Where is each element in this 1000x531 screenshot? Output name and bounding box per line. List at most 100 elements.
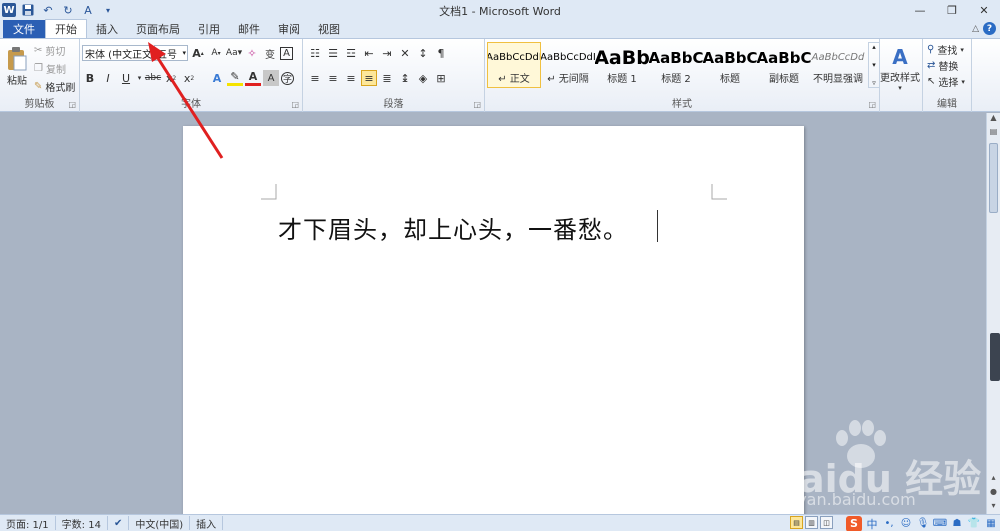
tab-file[interactable]: 文件 xyxy=(3,20,45,38)
borders-icon[interactable]: ⊞ xyxy=(433,70,449,86)
find-button[interactable]: ⚲ 查找 ▾ xyxy=(927,42,964,57)
tab-view[interactable]: 视图 xyxy=(309,20,349,38)
save-icon[interactable] xyxy=(20,2,36,18)
paste-label: 粘贴 xyxy=(7,75,27,87)
scroll-thumb[interactable] xyxy=(989,143,998,213)
word-count[interactable]: 字数: 14 xyxy=(56,516,108,531)
web-layout-icon[interactable]: ◫ xyxy=(820,516,833,529)
multilevel-list-icon[interactable]: ☲ xyxy=(343,45,359,61)
page-count[interactable]: 页面: 1/1 xyxy=(0,516,56,531)
tab-insert[interactable]: 插入 xyxy=(87,20,127,38)
help-icon[interactable]: ? xyxy=(983,22,996,35)
emoji-icon[interactable]: ☺ xyxy=(899,517,913,531)
redo-icon[interactable]: ↻ xyxy=(60,2,76,18)
proofing-status[interactable]: ✔ xyxy=(108,516,130,530)
tab-references[interactable]: 引用 xyxy=(189,20,229,38)
bold-icon[interactable]: B xyxy=(82,70,98,86)
style-subtitle[interactable]: AaBbC 副标题 xyxy=(757,42,811,88)
language-status[interactable]: 中文(中国) xyxy=(129,516,191,531)
style-no-spacing[interactable]: AaBbCcDdI ↵ 无间隔 xyxy=(541,42,595,88)
view-buttons: ▤ ▥ ◫ xyxy=(790,516,833,529)
font-launcher-icon[interactable]: ◲ xyxy=(291,100,299,109)
align-right-icon[interactable]: ≡ xyxy=(343,70,359,86)
restore-icon[interactable]: ❐ xyxy=(936,0,968,20)
style-heading-2[interactable]: AaBbC 标题 2 xyxy=(649,42,703,88)
punctuation-icon[interactable]: •, xyxy=(882,517,896,531)
spell-check-icon[interactable]: A xyxy=(80,2,96,18)
scroll-up-icon[interactable]: ▲ xyxy=(987,113,1000,127)
document-page[interactable]: 才下眉头，却上心头，一番愁。 xyxy=(183,126,804,526)
tab-mailings[interactable]: 邮件 xyxy=(229,20,269,38)
shirt-icon[interactable]: 👕 xyxy=(967,517,981,531)
style-heading-2-label: 标题 2 xyxy=(661,73,691,85)
styles-launcher-icon[interactable]: ◲ xyxy=(868,100,876,109)
baidu-watermark: Baidu 经验 jingyan.baidu.com xyxy=(760,420,1000,515)
minimize-icon[interactable]: — xyxy=(904,0,936,20)
change-styles-label: 更改样式 xyxy=(880,72,920,84)
underline-icon[interactable]: U xyxy=(118,70,134,86)
format-painter-button[interactable]: ✎ 格式刷 xyxy=(34,79,75,94)
italic-icon[interactable]: I xyxy=(100,70,116,86)
word-logo-icon[interactable]: W xyxy=(2,3,16,17)
replace-button[interactable]: ⇄ 替换 xyxy=(927,58,958,73)
keyboard-icon[interactable]: ⌨ xyxy=(933,517,947,531)
user-icon[interactable]: ☗ xyxy=(950,517,964,531)
copy-button[interactable]: ❐ 复制 xyxy=(34,61,66,76)
bullets-icon[interactable]: ☷ xyxy=(307,45,323,61)
character-shading-icon[interactable]: A xyxy=(263,70,279,86)
ribbon-tabs: 文件 开始 插入 页面布局 引用 邮件 审阅 视图 △ ? xyxy=(0,19,1000,38)
select-button[interactable]: ↖ 选择 ▾ xyxy=(927,74,965,89)
undo-icon[interactable]: ↶ xyxy=(40,2,56,18)
clipboard-group-label: 剪贴板 xyxy=(24,99,55,110)
sort-icon[interactable]: ↕ xyxy=(415,45,431,61)
increase-indent-icon[interactable]: ⇥ xyxy=(379,45,395,61)
change-styles-icon: A xyxy=(892,44,908,69)
tools-icon[interactable]: ▦ xyxy=(984,517,998,531)
ruler-toggle-icon[interactable]: ▤ xyxy=(987,127,1000,141)
align-left-icon[interactable]: ≡ xyxy=(307,70,323,86)
style-normal[interactable]: AaBbCcDdI ↵ 正文 xyxy=(487,42,541,88)
ime-mode[interactable]: 中 xyxy=(865,517,879,531)
tab-page-layout[interactable]: 页面布局 xyxy=(127,20,189,38)
tab-review[interactable]: 审阅 xyxy=(269,20,309,38)
line-spacing-icon[interactable]: ↨ xyxy=(397,70,413,86)
cut-button[interactable]: ✂ 剪切 xyxy=(34,43,65,58)
style-subtle-emphasis[interactable]: AaBbCcDd 不明显强调 xyxy=(811,42,865,88)
close-icon[interactable]: ✕ xyxy=(968,0,1000,20)
paste-button[interactable]: 粘贴 xyxy=(4,41,30,91)
gallery-down-icon[interactable]: ▾ xyxy=(872,61,876,69)
decrease-indent-icon[interactable]: ⇤ xyxy=(361,45,377,61)
insert-mode[interactable]: 插入 xyxy=(190,516,224,531)
paragraph-launcher-icon[interactable]: ◲ xyxy=(473,100,481,109)
align-center-icon[interactable]: ≡ xyxy=(325,70,341,86)
phonetic-guide-icon[interactable]: 变 xyxy=(262,45,278,61)
change-styles-button[interactable]: A 更改样式 ▾ xyxy=(880,41,920,95)
full-screen-reading-icon[interactable]: ▥ xyxy=(805,516,818,529)
side-widget[interactable] xyxy=(990,333,1000,381)
clear-format-icon[interactable]: ✧ xyxy=(244,45,260,61)
numbering-icon[interactable]: ☰ xyxy=(325,45,341,61)
tab-home[interactable]: 开始 xyxy=(45,19,87,38)
font-color-icon[interactable]: A xyxy=(245,70,261,86)
print-layout-icon[interactable]: ▤ xyxy=(790,516,803,529)
distributed-icon[interactable]: ≣ xyxy=(379,70,395,86)
paste-icon xyxy=(8,46,27,70)
microphone-icon[interactable]: 🎙 xyxy=(916,517,930,531)
sogou-ime-icon[interactable]: S xyxy=(846,515,862,531)
character-border-icon[interactable]: A xyxy=(280,46,293,60)
styles-gallery-scroll[interactable]: ▴ ▾ ▿ xyxy=(868,42,880,88)
justify-icon[interactable]: ≡ xyxy=(361,70,377,86)
style-title[interactable]: AaBbC 标题 xyxy=(703,42,757,88)
proofing-icon: ✔ xyxy=(113,517,123,529)
chinese-layout-icon[interactable]: ✕ xyxy=(397,45,413,61)
clipboard-launcher-icon[interactable]: ◲ xyxy=(68,100,76,109)
shading-icon[interactable]: ◈ xyxy=(415,70,431,86)
gallery-up-icon[interactable]: ▴ xyxy=(872,43,876,51)
document-text[interactable]: 才下眉头，却上心头，一番愁。 xyxy=(278,210,628,245)
enclose-characters-icon[interactable]: 字 xyxy=(281,71,294,85)
customize-icon[interactable]: ▾ xyxy=(100,2,116,18)
show-marks-icon[interactable]: ¶ xyxy=(433,45,449,61)
minimize-ribbon-icon[interactable]: △ xyxy=(972,24,979,34)
gallery-more-icon[interactable]: ▿ xyxy=(872,79,876,87)
style-heading-1[interactable]: AaBb 标题 1 xyxy=(595,42,649,88)
